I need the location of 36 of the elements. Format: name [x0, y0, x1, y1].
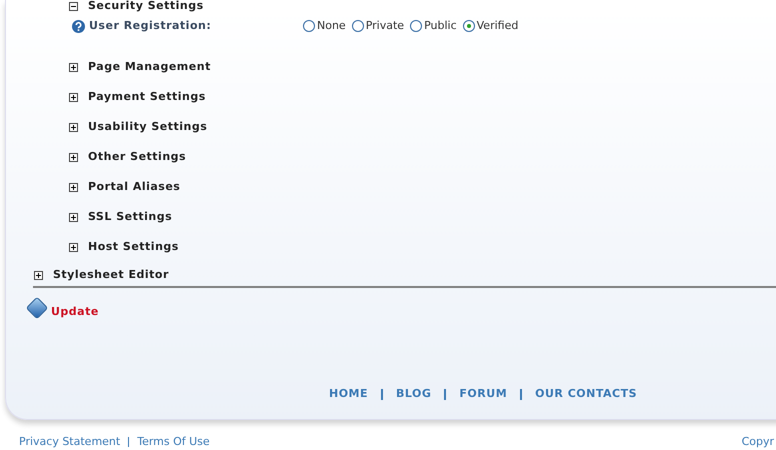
field-label: User Registration:	[89, 18, 212, 34]
radio-icon[interactable]	[352, 20, 364, 32]
radio-icon[interactable]	[462, 20, 475, 32]
collapse-icon[interactable]	[69, 2, 78, 10]
update-link[interactable]: Update	[51, 304, 99, 320]
section-title[interactable]: Host Settings	[88, 238, 179, 256]
expand-icon[interactable]	[69, 182, 78, 192]
expand-icon[interactable]	[69, 92, 78, 102]
copyright-text: Copyr	[742, 434, 774, 450]
section-title[interactable]: Security Settings	[88, 0, 204, 14]
radio-option[interactable]: Verified	[462, 18, 518, 34]
nav-link[interactable]: FORUM	[459, 386, 508, 402]
radio-option[interactable]: Private	[352, 18, 404, 34]
radio-option[interactable]: Public	[410, 18, 457, 34]
section-title[interactable]: Payment Settings	[88, 88, 206, 106]
nav-link[interactable]: OUR CONTACTS	[535, 386, 638, 402]
expand-icon[interactable]	[69, 122, 78, 132]
expand-icon[interactable]	[69, 242, 78, 252]
nav-link[interactable]: HOME	[329, 386, 368, 402]
terms-link[interactable]: Terms Of Use	[137, 434, 210, 450]
section-title[interactable]: Stylesheet Editor	[53, 266, 169, 284]
expand-icon[interactable]	[69, 152, 78, 162]
section-title[interactable]: Usability Settings	[88, 118, 208, 136]
expand-icon[interactable]	[69, 62, 78, 72]
expand-icon[interactable]	[69, 212, 78, 222]
section-title[interactable]: Portal Aliases	[88, 178, 180, 196]
privacy-link[interactable]: Privacy Statement	[19, 434, 120, 450]
radio-icon[interactable]	[410, 20, 422, 32]
radio-icon[interactable]	[303, 20, 315, 32]
section-title[interactable]: SSL Settings	[88, 208, 172, 226]
help-icon[interactable]	[72, 20, 85, 32]
section-title[interactable]: Other Settings	[88, 148, 186, 166]
nav-link[interactable]: BLOG	[396, 386, 432, 402]
expand-icon[interactable]	[34, 270, 43, 280]
radio-option[interactable]: None	[303, 18, 346, 34]
section-title[interactable]: Page Management	[88, 58, 211, 76]
